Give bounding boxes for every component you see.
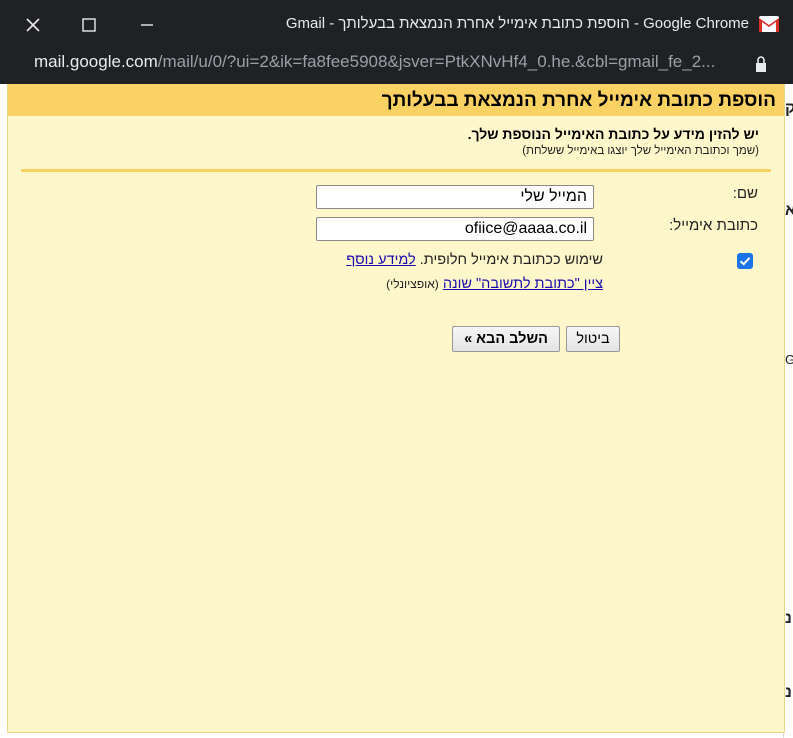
close-icon [26, 18, 40, 32]
alias-text: שימוש ככתובת אימייל חלופית. [419, 252, 603, 268]
instruction-note: (שמך וכתובת האימייל שלך יוצגו באימייל שש… [522, 145, 759, 157]
next-step-button[interactable]: השלב הבא » [452, 326, 560, 352]
alias-row: שימוש ככתובת אימייל חלופית. למידע נוסף [346, 252, 603, 268]
dialog-header: הוספת כתובת אימייל אחרת הנמצאת בבעלותך [8, 84, 784, 116]
learn-more-link[interactable]: למידע נוסף [346, 252, 415, 268]
minimize-icon [141, 24, 153, 26]
email-label: כתובת אימייל: [669, 217, 758, 234]
lock-icon [756, 56, 766, 72]
close-window-button[interactable] [4, 0, 62, 50]
alias-checkbox[interactable] [737, 253, 753, 269]
bg-fragment: ונ [785, 610, 793, 627]
optional-note: (אופציונלי) [386, 277, 439, 291]
url-text: mail.google.com/mail/u/0/?ui=2&ik=fa8fee… [34, 52, 746, 72]
add-email-dialog: הוספת כתובת אימייל אחרת הנמצאת בבעלותך י… [7, 84, 785, 733]
reply-to-link[interactable]: ציין "כתובת לתשובה" שונה [443, 276, 603, 292]
url-host: mail.google.com [34, 52, 158, 71]
instruction-text: יש להזין מידע על כתובת האימייל הנוספת של… [467, 126, 759, 142]
bg-fragment: ק [785, 100, 793, 118]
address-bar[interactable]: mail.google.com/mail/u/0/?ui=2&ik=fa8fee… [0, 50, 793, 84]
window-title: Google Chrome - הוספת כתובת אימייל אחרת … [285, 15, 749, 32]
bg-fragment: ונ [785, 684, 793, 701]
minimize-window-button[interactable] [118, 0, 176, 50]
gmail-icon [759, 16, 779, 32]
bg-fragment: א [785, 202, 793, 220]
url-path: /mail/u/0/?ui=2&ik=fa8fee5908&jsver=PtkX… [157, 52, 716, 71]
name-field[interactable] [316, 185, 594, 209]
dialog-title: הוספת כתובת אימייל אחרת הנמצאת בבעלותך [381, 90, 776, 111]
divider [21, 169, 771, 172]
email-field[interactable] [316, 217, 594, 241]
maximize-window-button[interactable] [60, 0, 118, 50]
bg-fragment: G [785, 352, 793, 367]
reply-to-row: ציין "כתובת לתשובה" שונה (אופציונלי) [386, 276, 603, 292]
maximize-icon [82, 18, 96, 32]
window-title-bar: Google Chrome - הוספת כתובת אימייל אחרת … [0, 0, 793, 50]
checkmark-icon [739, 257, 751, 266]
cancel-button[interactable]: ביטול [566, 326, 620, 352]
name-label: שם: [732, 185, 758, 202]
